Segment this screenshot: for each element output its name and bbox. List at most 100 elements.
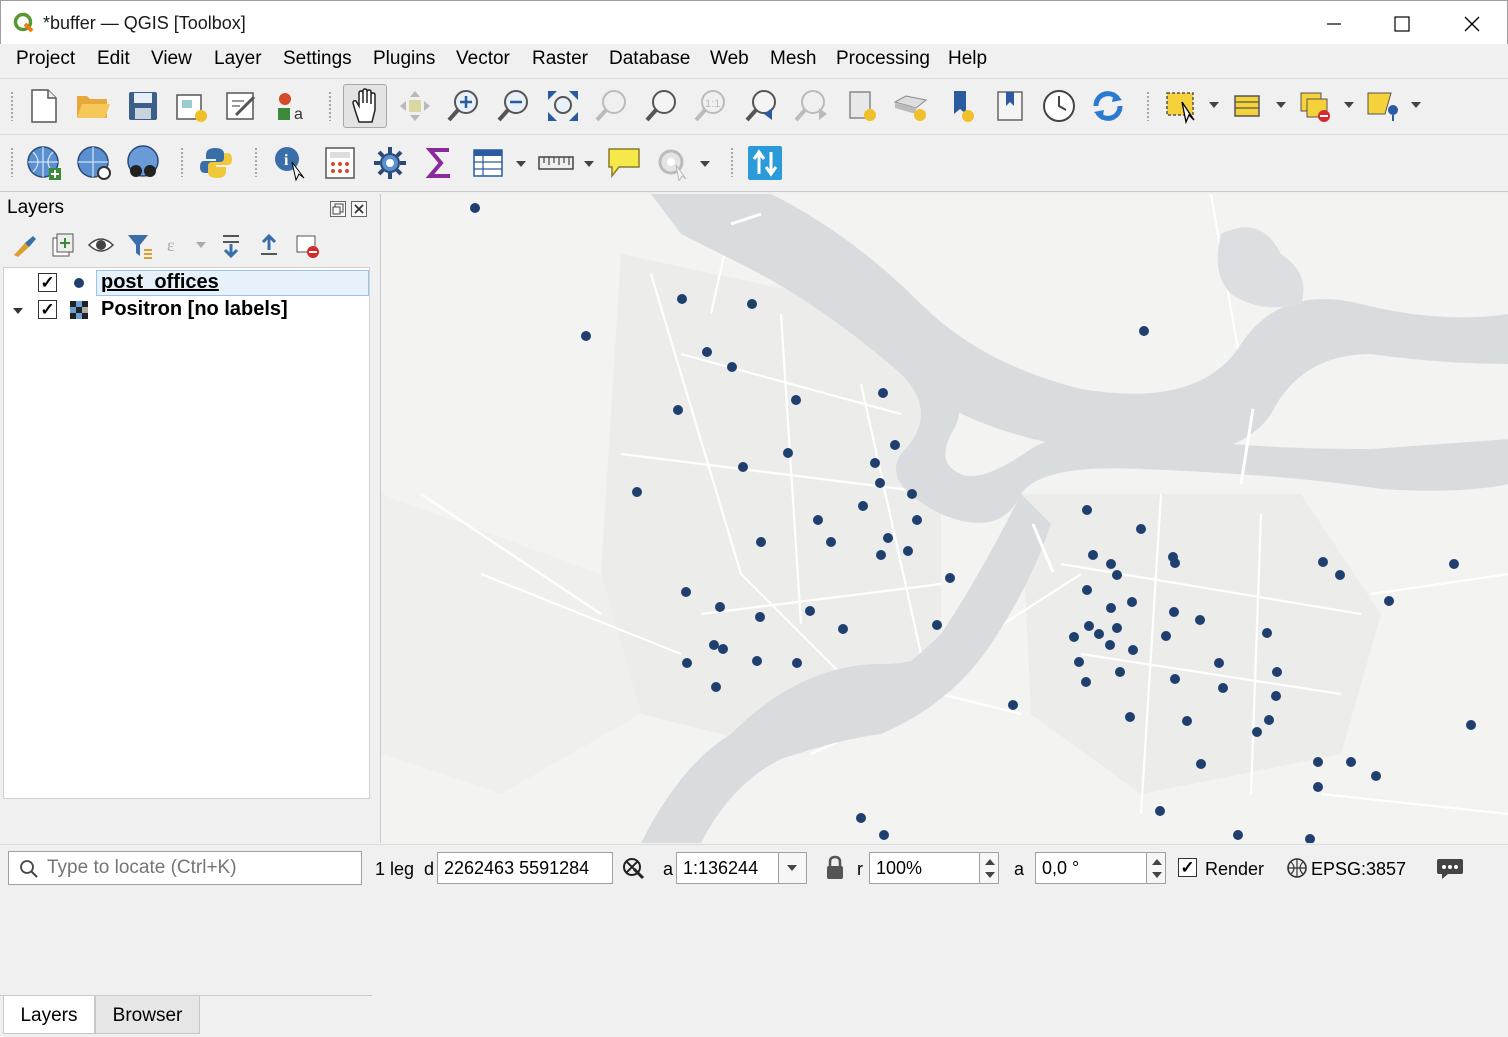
filter-expression-icon[interactable]: ε: [165, 233, 189, 257]
attribute-table-menu-dropdown[interactable]: [516, 161, 526, 167]
manage-visibility-icon[interactable]: [87, 233, 115, 257]
quickmapservices-button[interactable]: [743, 141, 787, 185]
toolbar-grip[interactable]: [254, 147, 258, 177]
new-bookmark-button[interactable]: [840, 84, 884, 128]
menu-database[interactable]: Database: [609, 48, 690, 70]
crs-globe-icon[interactable]: [1286, 857, 1308, 879]
render-checkbox[interactable]: ✓: [1178, 858, 1197, 877]
select-by-location-button[interactable]: [1362, 84, 1406, 128]
toolbar-grip[interactable]: [1146, 91, 1150, 121]
layer-visibility-checkbox[interactable]: ✓: [38, 273, 57, 292]
filter-legend-icon[interactable]: [126, 232, 154, 260]
identify-features-button[interactable]: i: [268, 141, 312, 185]
scale-dropdown[interactable]: [778, 852, 807, 884]
ogr-layer-button[interactable]: [121, 141, 165, 185]
toolbar-grip[interactable]: [328, 91, 332, 121]
layer-item-positron[interactable]: ✓ Positron [no labels]: [4, 297, 369, 324]
locator-bar[interactable]: [8, 851, 362, 885]
deselect-features-button[interactable]: [1295, 84, 1339, 128]
expand-arrow-icon[interactable]: [12, 306, 24, 316]
magnifier-spinner[interactable]: [979, 852, 999, 884]
layer-visibility-checkbox[interactable]: ✓: [38, 300, 57, 319]
zoom-to-layer-button[interactable]: [640, 84, 684, 128]
processing-toolbox-button[interactable]: [368, 141, 412, 185]
open-project-button[interactable]: [71, 84, 115, 128]
menu-plugins[interactable]: Plugins: [373, 48, 435, 70]
remove-layer-icon[interactable]: [294, 233, 320, 259]
map-canvas[interactable]: [380, 194, 1508, 843]
menu-web[interactable]: Web: [710, 48, 749, 70]
pan-map-button[interactable]: [343, 84, 387, 128]
menu-project[interactable]: Project: [16, 48, 75, 70]
pan-to-selection-button[interactable]: [393, 84, 437, 128]
attribute-table-dropdown[interactable]: [1276, 102, 1286, 108]
zoom-native-button[interactable]: 1:1: [689, 84, 733, 128]
digitizing-button[interactable]: [651, 141, 695, 185]
new-map-view-button[interactable]: [940, 84, 984, 128]
field-calculator-button[interactable]: [318, 141, 362, 185]
zoom-to-selection-button[interactable]: [590, 84, 634, 128]
locator-input[interactable]: [47, 856, 347, 880]
new-3d-view-button[interactable]: [988, 84, 1032, 128]
tab-layers[interactable]: Layers: [3, 996, 95, 1034]
toolbar-grip[interactable]: [10, 147, 14, 177]
menu-vector[interactable]: Vector: [456, 48, 510, 70]
crs-label[interactable]: EPSG:3857: [1311, 859, 1406, 880]
toolbar-grip[interactable]: [10, 91, 14, 121]
measure-dropdown[interactable]: [584, 161, 594, 167]
collapse-all-icon[interactable]: [256, 232, 282, 258]
layer-item-post-offices[interactable]: ✓ post_offices: [4, 270, 369, 297]
deselect-dropdown[interactable]: [1344, 102, 1354, 108]
close-panel-button[interactable]: [351, 201, 367, 217]
menu-help[interactable]: Help: [948, 48, 987, 70]
style-manager-button[interactable]: a: [270, 84, 314, 128]
toggle-extents-icon[interactable]: [621, 856, 645, 880]
metasearch-button[interactable]: [72, 141, 116, 185]
maximize-button[interactable]: [1379, 9, 1425, 39]
scale-field[interactable]: 1:136244: [676, 852, 779, 884]
messages-icon[interactable]: [1436, 855, 1464, 881]
menu-raster[interactable]: Raster: [532, 48, 588, 70]
filter-expression-dropdown[interactable]: [196, 242, 206, 248]
select-location-dropdown[interactable]: [1411, 102, 1421, 108]
select-features-dropdown[interactable]: [1209, 102, 1219, 108]
add-wms-layer-button[interactable]: [22, 141, 66, 185]
toolbar-grip[interactable]: [180, 147, 184, 177]
map-tips-button[interactable]: [602, 141, 646, 185]
close-button[interactable]: [1449, 9, 1495, 39]
refresh-button[interactable]: [1086, 84, 1130, 128]
tab-browser[interactable]: Browser: [95, 996, 200, 1034]
layout-manager-button[interactable]: [220, 84, 264, 128]
expand-all-icon[interactable]: [218, 232, 244, 258]
select-features-button[interactable]: [1160, 84, 1204, 128]
temporal-controller-button[interactable]: [1037, 84, 1081, 128]
menu-mesh[interactable]: Mesh: [770, 48, 816, 70]
show-bookmarks-button[interactable]: [889, 84, 933, 128]
statistics-sum-button[interactable]: [418, 141, 462, 185]
zoom-last-button[interactable]: [740, 84, 784, 128]
add-group-icon[interactable]: [49, 232, 75, 258]
measure-line-button[interactable]: [534, 141, 578, 185]
attribute-table-button[interactable]: [466, 141, 510, 185]
zoom-full-button[interactable]: [541, 84, 585, 128]
save-project-button[interactable]: [121, 84, 165, 128]
rotation-spinner[interactable]: [1146, 852, 1166, 884]
toolbar-grip[interactable]: [730, 147, 734, 177]
menu-view[interactable]: View: [151, 48, 192, 70]
new-project-button[interactable]: [22, 84, 66, 128]
magnifier-field[interactable]: 100%: [869, 852, 980, 884]
minimize-button[interactable]: [1311, 9, 1357, 39]
zoom-in-button[interactable]: [442, 84, 486, 128]
digitizing-dropdown[interactable]: [700, 161, 710, 167]
open-attribute-table-button[interactable]: [1226, 84, 1270, 128]
menu-processing[interactable]: Processing: [836, 48, 930, 70]
menu-layer[interactable]: Layer: [214, 48, 262, 70]
new-print-layout-button[interactable]: [170, 84, 214, 128]
zoom-out-button[interactable]: [492, 84, 536, 128]
coordinate-field[interactable]: 2262463 5591284: [437, 852, 613, 884]
rotation-field[interactable]: 0,0 °: [1035, 852, 1147, 884]
lock-scale-icon[interactable]: [825, 855, 845, 881]
float-panel-button[interactable]: [330, 201, 346, 217]
style-panel-icon[interactable]: [11, 233, 37, 259]
python-console-button[interactable]: [194, 141, 238, 185]
